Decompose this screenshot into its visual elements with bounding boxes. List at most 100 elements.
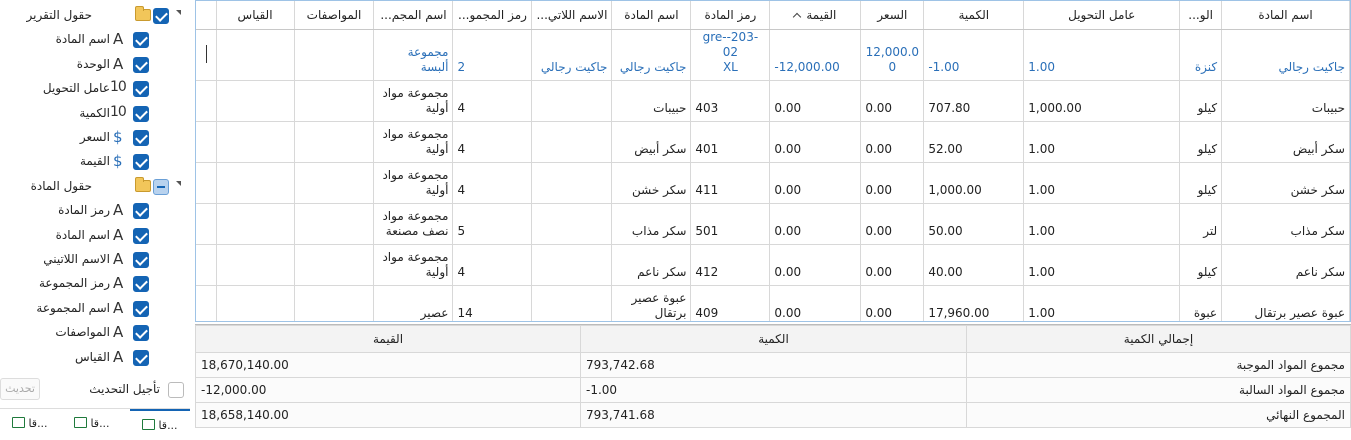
table-row[interactable]: جاكيت رجالي كنزة 1.00 -1.00 12,000.0 0 -12,00… bbox=[196, 29, 1350, 81]
field-item[interactable]: 10 الكمية bbox=[0, 102, 190, 126]
table-cell[interactable] bbox=[531, 80, 613, 122]
table-row[interactable]: سكر مذاب لتر 1.00 50.00 0.00 0.00 501 سكر مذاب 5… bbox=[196, 203, 1350, 245]
table-cell[interactable]: سكر مذاب bbox=[1221, 203, 1350, 245]
table-cell[interactable]: جاكيت رجالي bbox=[1221, 29, 1350, 81]
table-cell[interactable]: 501 bbox=[690, 203, 771, 245]
field-checkbox[interactable] bbox=[133, 325, 149, 342]
table-cell[interactable]: 1.00 bbox=[1023, 162, 1181, 204]
table-cell[interactable]: 0.00 bbox=[769, 244, 862, 286]
field-item[interactable]: 10 عامل التحويل bbox=[0, 77, 190, 101]
table-cell[interactable]: 1.00 bbox=[1023, 285, 1181, 321]
table-cell[interactable]: كيلو bbox=[1179, 162, 1223, 204]
table-cell[interactable]: 403 bbox=[690, 80, 771, 122]
table-cell[interactable]: سكر ناعم bbox=[611, 244, 692, 286]
field-checkbox[interactable] bbox=[133, 32, 149, 49]
table-cell[interactable]: 0.00 bbox=[860, 162, 925, 204]
table-cell[interactable]: 1.00 bbox=[1023, 203, 1181, 245]
field-checkbox[interactable] bbox=[133, 105, 149, 122]
table-cell[interactable]: gre--203-02 XL bbox=[690, 29, 771, 81]
field-item[interactable]: $ القيمة bbox=[0, 150, 190, 174]
field-item[interactable]: A الوحدة bbox=[0, 53, 190, 77]
table-cell[interactable]: 52.00 bbox=[923, 121, 1025, 163]
table-cell[interactable]: مجموعة ألبسة bbox=[373, 29, 454, 81]
field-item[interactable]: A المواصفات bbox=[0, 321, 190, 345]
table-cell[interactable]: مجموعة مواد أولية bbox=[373, 162, 454, 204]
table-cell[interactable] bbox=[216, 121, 295, 163]
field-item[interactable]: A اسم المجموعة bbox=[0, 297, 190, 321]
table-cell[interactable] bbox=[531, 203, 613, 245]
column-header[interactable]: اسم المادة bbox=[611, 1, 692, 30]
table-cell[interactable]: 50.00 bbox=[923, 203, 1025, 245]
column-header[interactable]: اسم المادة bbox=[1221, 1, 1350, 30]
table-cell[interactable]: 1.00 bbox=[1023, 244, 1181, 286]
table-cell[interactable]: 40.00 bbox=[923, 244, 1025, 286]
column-header[interactable]: القيمة bbox=[769, 1, 862, 30]
table-cell[interactable]: 0.00 bbox=[860, 203, 925, 245]
table-cell[interactable]: سكر أبيض bbox=[1221, 121, 1350, 163]
table-row[interactable]: حبيبات كيلو 1,000.00 707.80 0.00 0.00 403 حبيبا… bbox=[196, 80, 1350, 122]
table-cell[interactable] bbox=[294, 80, 375, 122]
field-checkbox[interactable] bbox=[133, 130, 149, 146]
table-cell[interactable] bbox=[294, 162, 375, 204]
table-row[interactable]: سكر أبيض كيلو 1.00 52.00 0.00 0.00 401 سكر أبيض… bbox=[196, 121, 1350, 163]
field-checkbox[interactable] bbox=[133, 81, 149, 98]
column-header[interactable]: السعر bbox=[860, 1, 925, 30]
collapse-arrow-icon[interactable] bbox=[176, 10, 181, 15]
field-item[interactable]: A اسم المادة bbox=[0, 224, 190, 248]
field-checkbox[interactable] bbox=[153, 8, 169, 24]
field-item[interactable]: A رمز المادة bbox=[0, 199, 190, 223]
table-cell[interactable]: كنزة bbox=[1179, 29, 1223, 81]
table-row[interactable]: سكر ناعم كيلو 1.00 40.00 0.00 0.00 412 سكر ناعم… bbox=[196, 244, 1350, 286]
table-cell[interactable]: 0.00 bbox=[860, 80, 925, 122]
column-header[interactable]: عامل التحويل bbox=[1023, 1, 1181, 30]
table-cell[interactable]: 0.00 bbox=[769, 80, 862, 122]
table-cell[interactable] bbox=[216, 80, 295, 122]
table-cell[interactable]: عبوة عصير برتقال bbox=[611, 285, 692, 321]
data-grid[interactable]: اسم المادة الو... عامل التحويل الكمية السعر ا… bbox=[195, 0, 1351, 322]
collapse-arrow-icon[interactable] bbox=[176, 180, 181, 186]
field-checkbox[interactable] bbox=[153, 178, 169, 195]
field-item[interactable]: A اسم المادة bbox=[0, 28, 190, 52]
tab-3[interactable]: قا... bbox=[0, 409, 60, 440]
field-item[interactable]: A الاسم اللاتيني bbox=[0, 248, 190, 272]
table-cell[interactable]: مجموعة مواد أولية bbox=[373, 121, 454, 163]
table-cell[interactable]: 0.00 bbox=[769, 121, 862, 163]
field-checkbox[interactable] bbox=[133, 349, 149, 366]
field-checkbox[interactable] bbox=[133, 300, 149, 317]
table-cell[interactable] bbox=[216, 29, 295, 81]
field-checkbox[interactable] bbox=[133, 154, 149, 171]
table-cell[interactable] bbox=[531, 162, 613, 204]
table-cell[interactable]: 4 bbox=[452, 121, 533, 163]
field-folder[interactable]: حقول المادة bbox=[0, 175, 190, 199]
table-cell[interactable]: 1.00 bbox=[1023, 121, 1181, 163]
field-checkbox[interactable] bbox=[133, 56, 149, 73]
table-row[interactable]: سكر خشن كيلو 1.00 1,000.00 0.00 0.00 411 سكر خش… bbox=[196, 162, 1350, 204]
field-folder[interactable]: حقول التقرير bbox=[0, 4, 190, 28]
table-cell[interactable]: جاكيت رجالي bbox=[611, 29, 692, 81]
table-cell[interactable]: 1,000.00 bbox=[923, 162, 1025, 204]
table-cell[interactable]: مجموعة مواد أولية bbox=[373, 244, 454, 286]
table-cell[interactable]: كيلو bbox=[1179, 244, 1223, 286]
table-cell[interactable] bbox=[531, 244, 613, 286]
sort-ascending-icon[interactable] bbox=[793, 12, 802, 21]
tab-1[interactable]: قا... bbox=[130, 409, 190, 440]
column-header[interactable]: المواصفات bbox=[294, 1, 375, 30]
field-item[interactable]: A القياس bbox=[0, 346, 190, 370]
table-cell[interactable] bbox=[294, 203, 375, 245]
table-cell[interactable]: سكر ناعم bbox=[1221, 244, 1350, 286]
table-cell[interactable]: لتر bbox=[1179, 203, 1223, 245]
table-cell[interactable]: سكر أبيض bbox=[611, 121, 692, 163]
field-item[interactable]: $ السعر bbox=[0, 126, 190, 150]
table-cell[interactable]: 409 bbox=[690, 285, 771, 321]
table-cell[interactable]: -1.00 bbox=[923, 29, 1025, 81]
table-cell[interactable]: 12,000.0 0 bbox=[860, 29, 925, 81]
table-cell[interactable]: سكر خشن bbox=[1221, 162, 1350, 204]
column-header[interactable]: الاسم اللاتي... bbox=[531, 1, 613, 30]
table-cell[interactable]: 412 bbox=[690, 244, 771, 286]
table-cell[interactable]: 4 bbox=[452, 162, 533, 204]
table-cell[interactable]: عصير bbox=[373, 285, 454, 321]
table-cell[interactable]: 0.00 bbox=[769, 285, 862, 321]
field-item[interactable]: A رمز المجموعة bbox=[0, 272, 190, 296]
table-cell[interactable]: عبوة bbox=[1179, 285, 1223, 321]
table-cell[interactable] bbox=[294, 285, 375, 321]
